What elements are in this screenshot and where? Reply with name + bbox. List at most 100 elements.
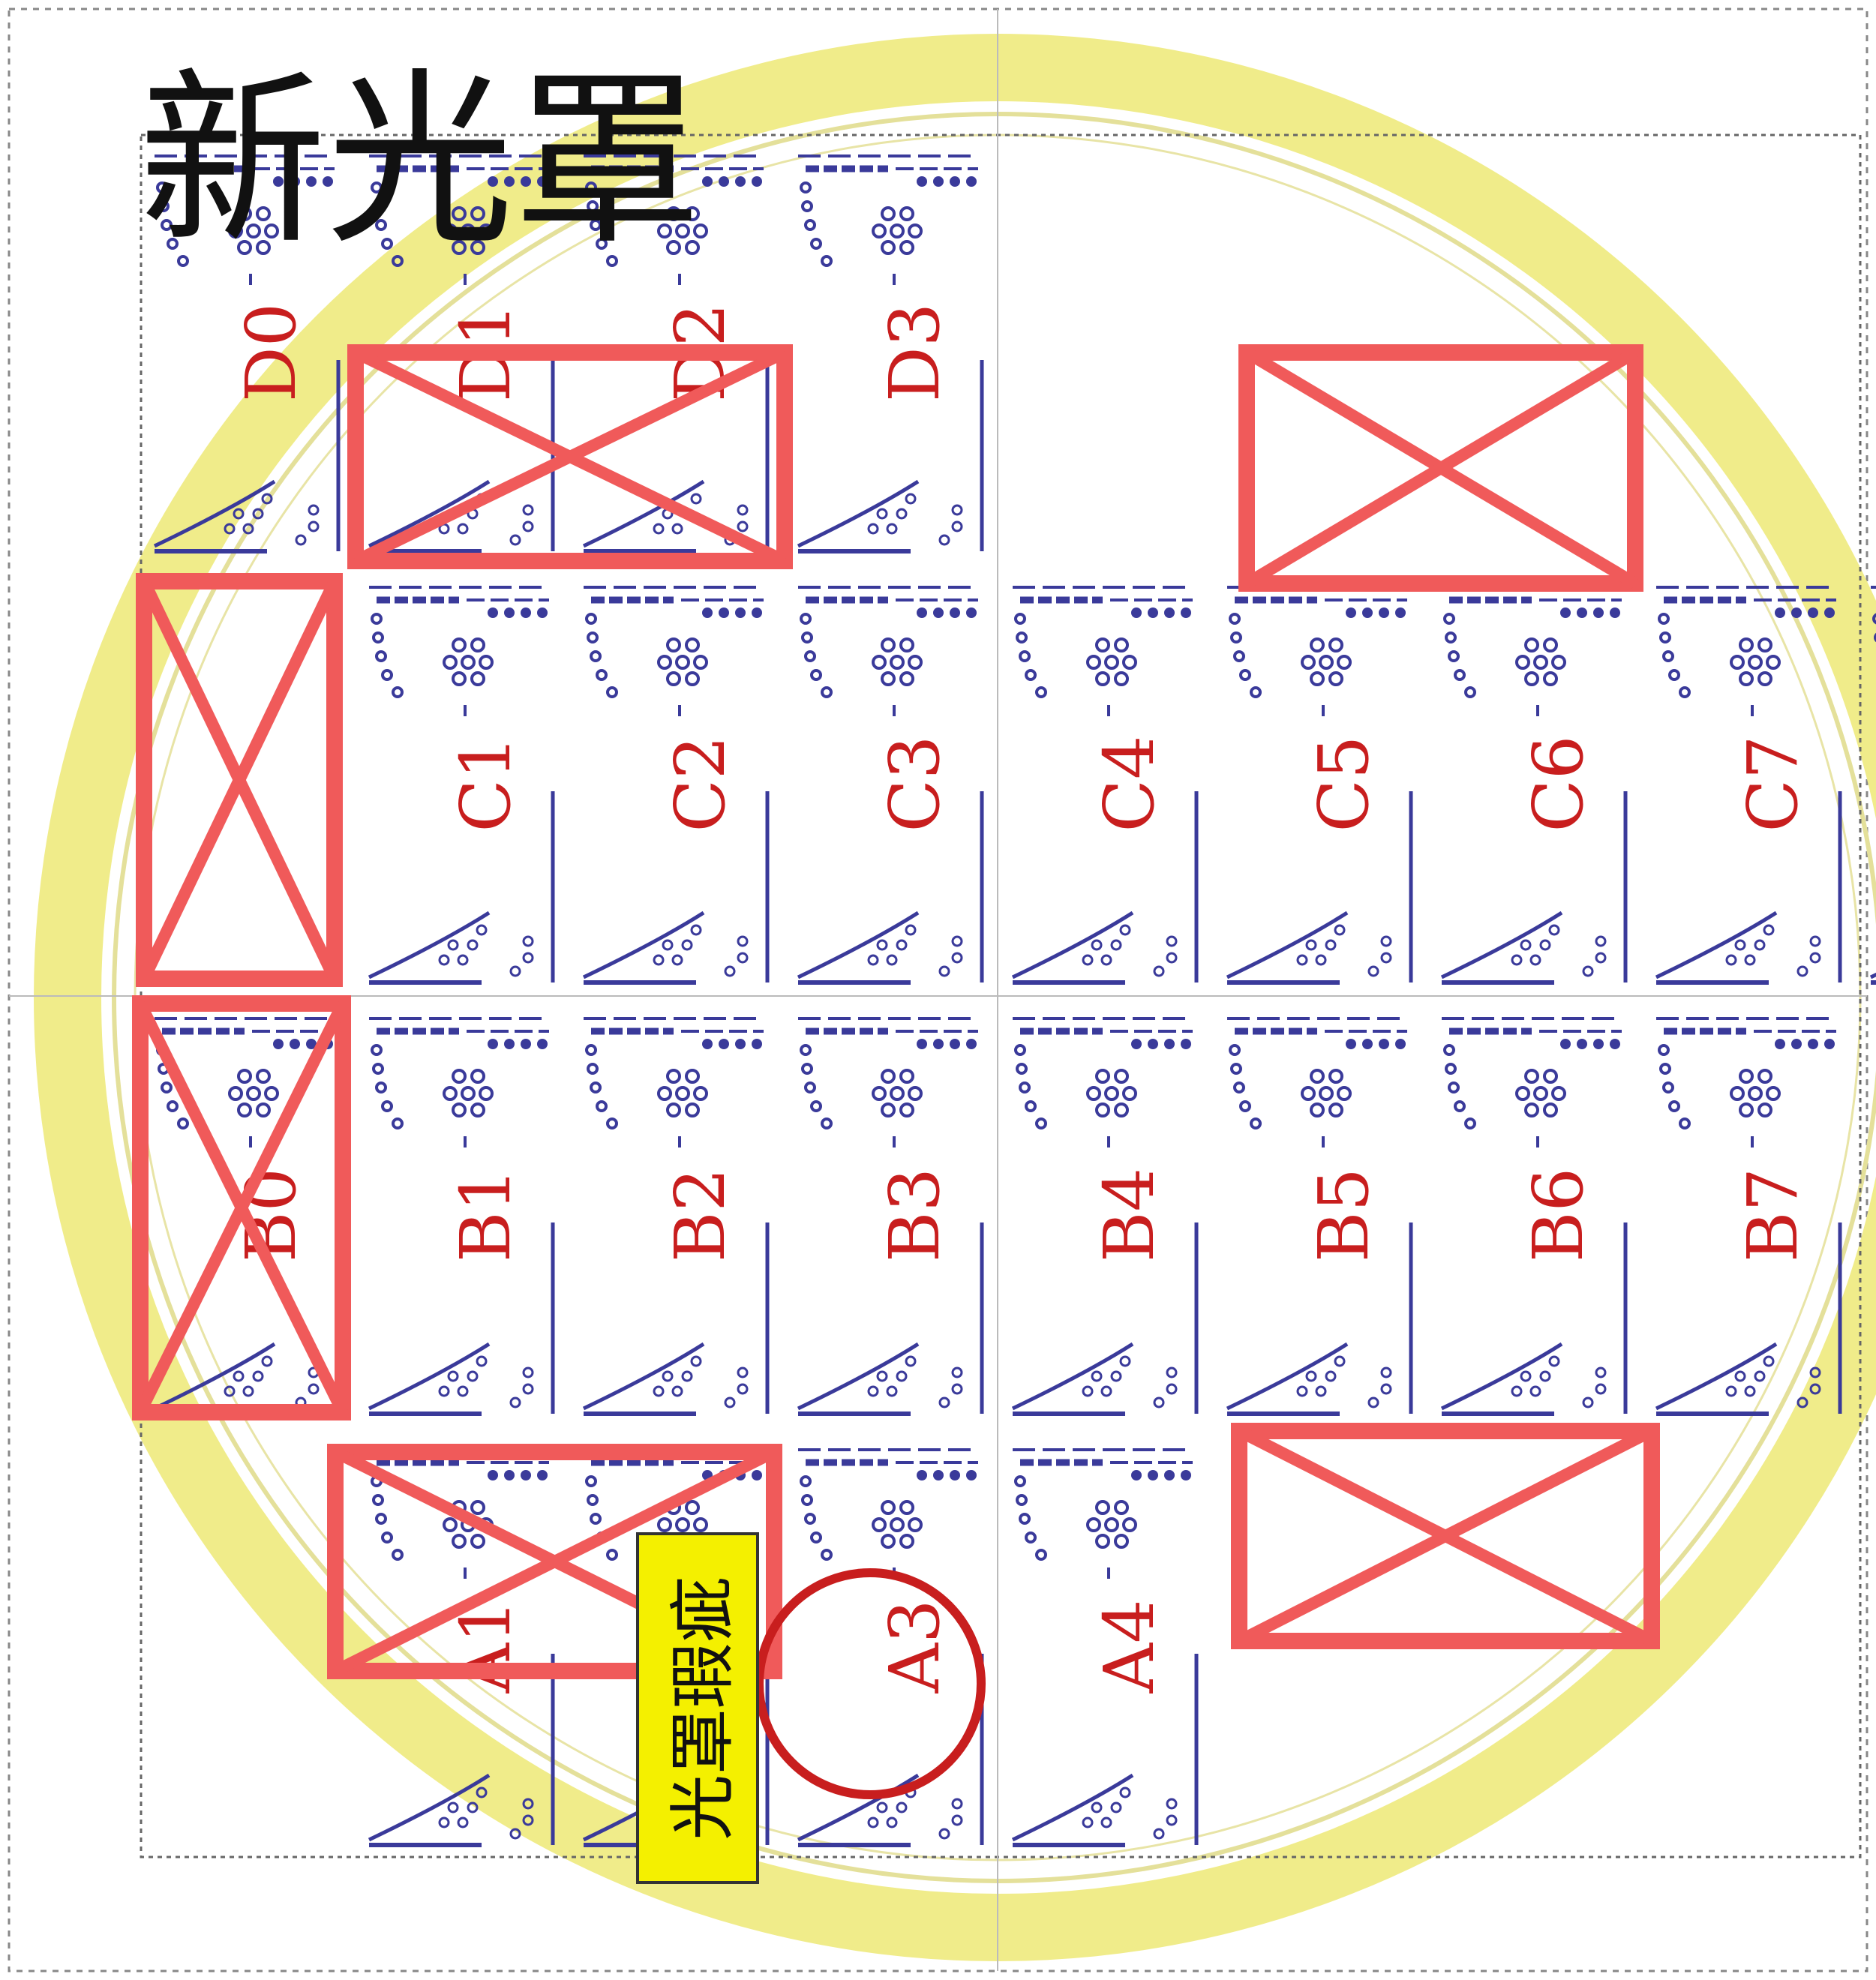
pattern-dot: [671, 1385, 683, 1397]
pattern-dot: [876, 939, 888, 951]
die-label: B1: [446, 1168, 526, 1262]
pattern-dot: [735, 608, 746, 618]
pattern-dot: [1148, 1470, 1158, 1480]
pattern-dot: [167, 1100, 179, 1112]
pattern-dot: [724, 965, 736, 977]
pattern-arc: [1011, 1342, 1134, 1411]
pattern-dot: [479, 1086, 494, 1101]
flaw-tag-label: 光罩瑕疵: [664, 1576, 742, 1840]
pattern-dot: [653, 954, 665, 966]
pattern-dot: [752, 1039, 762, 1049]
pattern-dot: [1025, 1532, 1037, 1544]
pattern-dot: [896, 939, 908, 951]
pattern-dot: [666, 1069, 681, 1084]
wafer-map: D0D1D2D3C1C2C3C4C5C6C7C8B0B1B2B3B4B5B6B7…: [8, 8, 1876, 1972]
die-label: B4: [1089, 1168, 1169, 1262]
pattern-dot: [899, 1500, 914, 1515]
pattern-dot: [488, 608, 498, 618]
pattern-dot: [938, 1396, 950, 1408]
pattern-dot: [804, 1513, 816, 1525]
pattern-dot: [1757, 1069, 1772, 1084]
pattern-dot: [1658, 1044, 1670, 1056]
pattern-dot: [1166, 1814, 1178, 1826]
pattern-dot: [951, 1798, 963, 1810]
pattern-dot: [666, 1102, 681, 1118]
pattern-dot: [1014, 1475, 1026, 1487]
pattern-dot: [905, 493, 917, 505]
pattern-dot: [666, 638, 681, 652]
pattern-dot: [675, 1086, 690, 1101]
pattern-dot: [1230, 632, 1242, 644]
pattern-dot: [392, 1549, 404, 1561]
pattern-dot: [521, 1039, 531, 1049]
pattern-dot: [899, 671, 914, 686]
pattern-dot: [876, 508, 888, 520]
pattern-dot: [452, 1534, 467, 1549]
pattern-dot: [1014, 613, 1026, 625]
pattern-dot: [1464, 1118, 1476, 1130]
pattern-dot: [1319, 655, 1334, 670]
pattern-dot: [1019, 1082, 1031, 1094]
pattern-dot: [1395, 1039, 1406, 1049]
pattern-dot: [1454, 1100, 1466, 1112]
die-label: D3: [875, 303, 955, 402]
pattern-dot: [951, 935, 963, 947]
pattern-dot: [1153, 1828, 1165, 1840]
pattern-dot: [1744, 954, 1756, 966]
pattern-dot: [1659, 1063, 1671, 1075]
pattern-arc: [1011, 910, 1134, 980]
pattern-arc: [1226, 910, 1349, 980]
pattern-dot: [1114, 671, 1129, 686]
pattern-dot: [1025, 1100, 1037, 1112]
pattern-dot: [1016, 632, 1028, 644]
pattern-dot: [452, 1102, 467, 1118]
pattern-dot: [295, 534, 307, 546]
die-label: B5: [1304, 1168, 1384, 1262]
pattern-dot: [1448, 650, 1460, 662]
pattern-dot: [522, 1366, 534, 1378]
pattern-dot: [657, 1517, 672, 1532]
pattern-dot: [1595, 952, 1607, 964]
pattern-dot: [1095, 1069, 1110, 1084]
pattern-dot: [1230, 1063, 1242, 1075]
pattern-dot: [587, 1494, 599, 1506]
pattern-dot: [521, 1470, 531, 1480]
pattern-arc: [797, 1342, 920, 1411]
pattern-dot: [908, 1517, 923, 1532]
pattern-dot: [1110, 939, 1122, 951]
pattern-dot: [308, 520, 320, 532]
pattern-dot: [886, 523, 898, 535]
pattern-dot: [1791, 608, 1802, 618]
reject-mark-d3: [1238, 344, 1643, 592]
pattern-dot: [737, 935, 749, 947]
pattern-dot: [1757, 671, 1772, 686]
pattern-dot: [1114, 638, 1129, 652]
pattern-dot: [719, 176, 729, 187]
pattern-dot: [810, 238, 822, 250]
pattern-dot: [1529, 1385, 1541, 1397]
pattern-dot: [1166, 1366, 1178, 1378]
pattern-dot: [1181, 1039, 1191, 1049]
pattern-dot: [800, 613, 812, 625]
pattern-dot: [690, 1355, 702, 1367]
pattern-dot: [1310, 1102, 1325, 1118]
pattern-dot: [1725, 1385, 1737, 1397]
pattern-dot: [447, 939, 459, 951]
pattern-dot: [392, 686, 404, 698]
die-label: D0: [231, 303, 311, 402]
pattern-dot: [457, 523, 469, 535]
pattern-dot: [256, 1069, 271, 1084]
pattern-dot: [821, 686, 833, 698]
pattern-dot: [933, 1039, 944, 1049]
pattern-dot: [372, 1063, 384, 1075]
pattern-dot: [821, 1118, 833, 1130]
pattern-dot: [737, 520, 749, 532]
pattern-arc: [1226, 1342, 1349, 1411]
pattern-dot: [1016, 1494, 1028, 1506]
pattern-dot: [161, 1082, 173, 1094]
pattern-dot: [1086, 1086, 1101, 1101]
pattern-dot: [1319, 1086, 1334, 1101]
pattern-arc: [368, 910, 491, 980]
pattern-dot: [1082, 1385, 1094, 1397]
pattern-dot: [881, 240, 896, 255]
